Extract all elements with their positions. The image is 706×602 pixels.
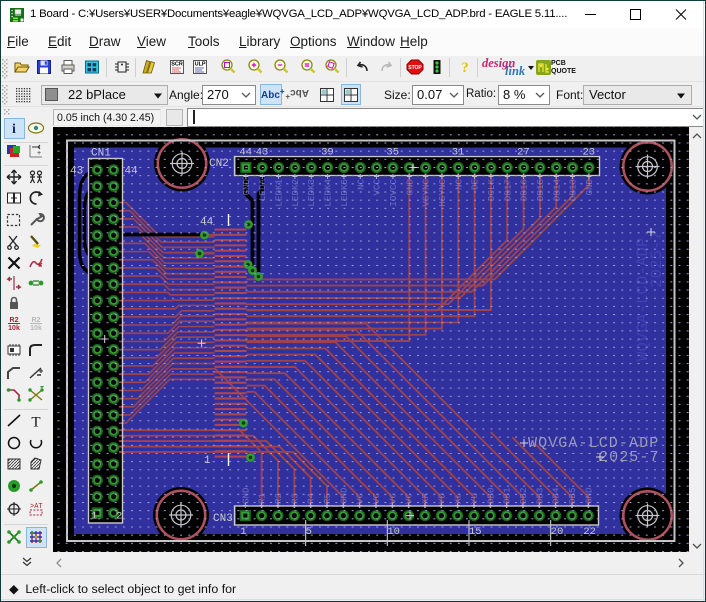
svg-text:ULP: ULP	[195, 62, 206, 68]
svg-text:SCR: SCR	[171, 62, 183, 68]
svg-text:T: T	[31, 415, 40, 431]
svg-text:10k: 10k	[30, 325, 42, 332]
svg-text:R2: R2	[32, 317, 41, 324]
svg-text:+: +	[37, 150, 41, 157]
svg-text:i: i	[12, 122, 16, 137]
svg-text:STOP: STOP	[408, 65, 422, 71]
svg-text:10k: 10k	[8, 325, 20, 332]
svg-text:R2: R2	[10, 317, 19, 324]
svg-text:?: ?	[461, 60, 469, 76]
